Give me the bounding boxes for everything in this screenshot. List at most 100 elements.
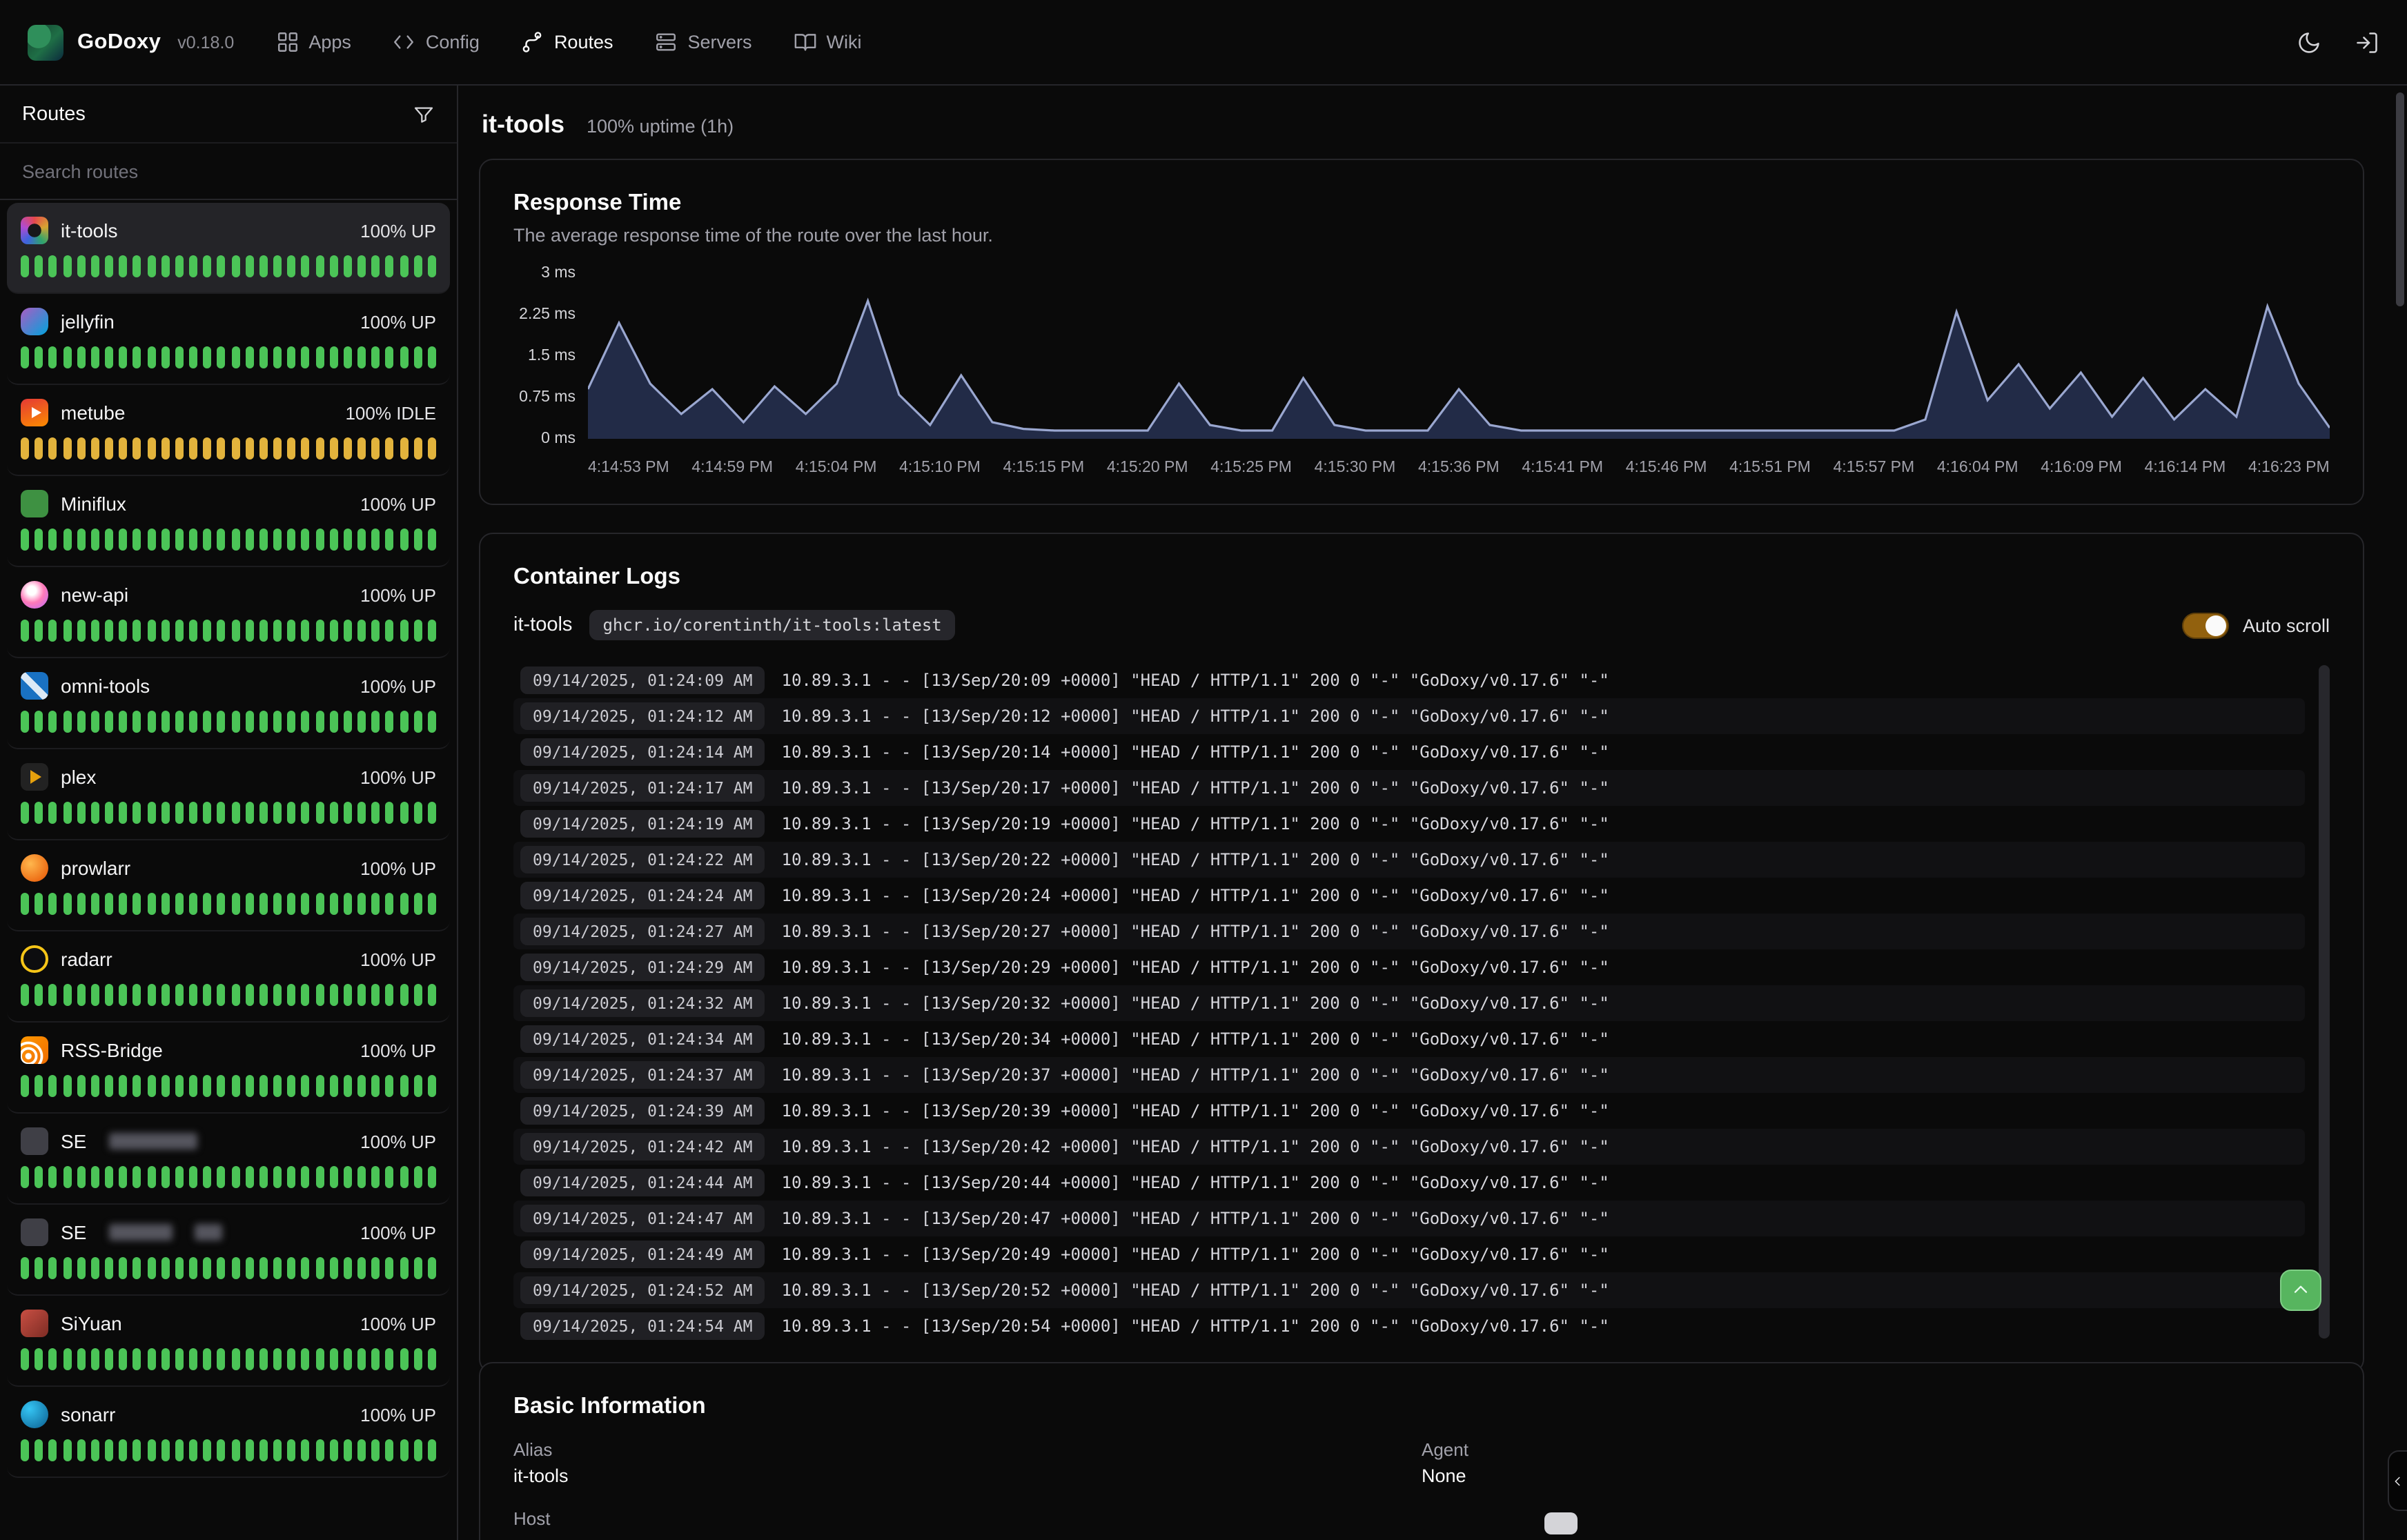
scroll-to-bottom-button[interactable] xyxy=(2280,1270,2321,1311)
field-value: None xyxy=(1422,1465,2330,1486)
route-name: radarr xyxy=(61,948,112,970)
route-item-rss-bridge[interactable]: RSS-Bridge100% UP xyxy=(7,1023,450,1114)
page-header: it-tools 100% uptime (1h) xyxy=(482,110,2364,139)
route-status: 100% UP xyxy=(360,1404,436,1425)
route-item-it-tools[interactable]: it-tools100% UP xyxy=(7,203,450,294)
nav-item-wiki[interactable]: Wiki xyxy=(794,30,862,54)
log-timestamp: 09/14/2025, 01:24:54 AM xyxy=(520,1312,765,1340)
log-row: 09/14/2025, 01:24:49 AM10.89.3.1 - - [13… xyxy=(513,1236,2305,1272)
log-timestamp: 09/14/2025, 01:24:52 AM xyxy=(520,1276,765,1304)
log-viewport[interactable]: 09/14/2025, 01:24:09 AM 10.89.3.1 - - [13… xyxy=(513,662,2330,1344)
log-row: 09/14/2025, 01:24:37 AM10.89.3.1 - - [13… xyxy=(513,1057,2305,1093)
route-item-metube[interactable]: metube100% IDLE xyxy=(7,385,450,476)
chevron-left-icon xyxy=(2390,1473,2406,1488)
search-input[interactable] xyxy=(0,144,457,200)
route-item-se[interactable]: SE100% UP xyxy=(7,1114,450,1205)
sidebar: Routes it-tools100% UPjellyfin100% UPmet… xyxy=(0,86,458,1540)
route-list[interactable]: it-tools100% UPjellyfin100% UPmetube100%… xyxy=(0,200,457,1540)
navbar: GoDoxy v0.18.0 Apps Config Routes Server… xyxy=(0,0,2407,86)
uptime-bars xyxy=(21,711,436,733)
navbar-actions xyxy=(2297,30,2379,55)
auto-scroll-label: Auto scroll xyxy=(2243,615,2330,635)
route-status: 100% UP xyxy=(360,767,436,787)
log-timestamp: 09/14/2025, 01:24:29 AM xyxy=(520,954,765,981)
route-item-siyuan[interactable]: SiYuan 100% UP xyxy=(7,1296,450,1387)
log-timestamp: 09/14/2025, 01:24:14 AM xyxy=(520,738,765,766)
jellyfin-favicon xyxy=(21,308,48,335)
log-message: 10.89.3.1 - - [13/Sep/20:37 +0000] "HEAD… xyxy=(782,1065,1609,1085)
route-item-prowlarr[interactable]: prowlarr100% UP xyxy=(7,840,450,931)
logs-route-name: it-tools xyxy=(513,614,572,636)
filter-icon[interactable] xyxy=(413,103,435,125)
area-chart xyxy=(588,273,2330,439)
route-item-plex[interactable]: plex100% UP xyxy=(7,749,450,840)
nav-label: Servers xyxy=(688,32,752,52)
log-message: 10.89.3.1 - - [13/Sep/20:42 +0000] "HEAD… xyxy=(782,1137,1609,1156)
route-item-se[interactable]: SE100% UP xyxy=(7,1205,450,1296)
log-row: 09/14/2025, 01:24:22 AM10.89.3.1 - - [13… xyxy=(513,842,2305,878)
logout-icon xyxy=(2355,30,2379,55)
container-image-badge: ghcr.io/corentinth/it-tools:latest xyxy=(589,610,955,640)
it-tools-favicon xyxy=(21,217,48,244)
uptime-summary: 100% uptime (1h) xyxy=(587,116,734,137)
x-tick-label: 4:14:59 PM xyxy=(691,460,773,476)
route-item-sonarr[interactable]: sonarr100% UP xyxy=(7,1387,450,1478)
window-scrollbar-thumb[interactable] xyxy=(2396,92,2404,306)
route-item-omni-tools[interactable]: omni-tools100% UP xyxy=(7,658,450,749)
x-tick-label: 4:16:23 PM xyxy=(2248,460,2330,476)
logs-subheader: it-tools ghcr.io/corentinth/it-tools:lat… xyxy=(513,610,2330,640)
route-item-new-api[interactable]: new-api100% UP xyxy=(7,567,450,658)
field-label: Agent xyxy=(1422,1439,2330,1460)
log-row: 09/14/2025, 01:24:24 AM10.89.3.1 - - [13… xyxy=(513,878,2305,914)
route-status: 100% UP xyxy=(360,675,436,696)
x-tick-label: 4:15:20 PM xyxy=(1107,460,1188,476)
grid-icon xyxy=(275,30,299,54)
route-status: 100% UP xyxy=(360,1313,436,1334)
new-api-favicon xyxy=(21,581,48,609)
route-item-miniflux[interactable]: Miniflux100% UP xyxy=(7,476,450,567)
response-time-chart: 3 ms2.25 ms1.5 ms0.75 ms0 ms 4:14:53 PM4… xyxy=(513,273,2330,476)
log-message: 10.89.3.1 - - [13/Sep/20:34 +0000] "HEAD… xyxy=(782,1029,1609,1049)
route-item-radarr[interactable]: radarr100% UP xyxy=(7,931,450,1023)
log-message: 10.89.3.1 - - [13/Sep/20:44 +0000] "HEAD… xyxy=(782,1173,1609,1192)
omni-tools-favicon xyxy=(21,672,48,700)
route-item-jellyfin[interactable]: jellyfin100% UP xyxy=(7,294,450,385)
log-row: 09/14/2025, 01:24:09 AM10.89.3.1 - - [13… xyxy=(513,662,2305,698)
logout-button[interactable] xyxy=(2355,30,2379,55)
sidebar-title: Routes xyxy=(22,103,86,125)
log-row: 09/14/2025, 01:24:54 AM10.89.3.1 - - [13… xyxy=(513,1308,2305,1344)
nav-item-config[interactable]: Config xyxy=(393,30,480,54)
log-timestamp: 09/14/2025, 01:24:12 AM xyxy=(520,702,765,730)
basic-info-card: Basic Information Alias it-tools Agent N… xyxy=(479,1362,2364,1540)
route-icon xyxy=(521,30,544,54)
log-timestamp: 09/14/2025, 01:24:09 AM xyxy=(520,667,765,694)
log-message: 10.89.3.1 - - [13/Sep/20:52 +0000] "HEAD… xyxy=(782,1281,1609,1300)
log-timestamp: 09/14/2025, 01:24:49 AM xyxy=(520,1241,765,1268)
nav-item-routes[interactable]: Routes xyxy=(521,30,613,54)
chart-x-axis: 4:14:53 PM4:14:59 PM4:15:04 PM4:15:10 PM… xyxy=(588,460,2330,476)
nav-item-apps[interactable]: Apps xyxy=(275,30,351,54)
route-status: 100% UP xyxy=(360,584,436,605)
nav-item-servers[interactable]: Servers xyxy=(655,30,752,54)
page-title: it-tools xyxy=(482,110,564,139)
nav-label: Config xyxy=(426,32,480,52)
uptime-bars xyxy=(21,255,436,277)
log-scrollbar-thumb[interactable] xyxy=(2319,665,2330,1339)
uptime-bars xyxy=(21,802,436,824)
nav-label: Apps xyxy=(308,32,351,52)
field-label: Host xyxy=(513,1508,1422,1529)
auto-scroll-control: Auto scroll xyxy=(2182,612,2330,638)
card-title: Basic Information xyxy=(513,1394,2330,1420)
godoxy-logo-icon xyxy=(28,24,63,60)
route-name: SiYuan xyxy=(61,1312,122,1334)
x-tick-label: 4:15:51 PM xyxy=(1729,460,1811,476)
log-timestamp: 09/14/2025, 01:24:42 AM xyxy=(520,1133,765,1161)
x-tick-label: 4:15:41 PM xyxy=(1522,460,1603,476)
main-content[interactable]: it-tools 100% uptime (1h) Response Time … xyxy=(458,86,2407,1540)
log-row: 09/14/2025, 01:24:32 AM10.89.3.1 - - [13… xyxy=(513,985,2305,1021)
brand-name: GoDoxy xyxy=(77,30,161,55)
collapse-panel-button[interactable] xyxy=(2388,1450,2407,1511)
log-row: 09/14/2025, 01:24:44 AM10.89.3.1 - - [13… xyxy=(513,1165,2305,1201)
auto-scroll-toggle[interactable] xyxy=(2182,612,2229,638)
theme-toggle-button[interactable] xyxy=(2297,30,2321,55)
